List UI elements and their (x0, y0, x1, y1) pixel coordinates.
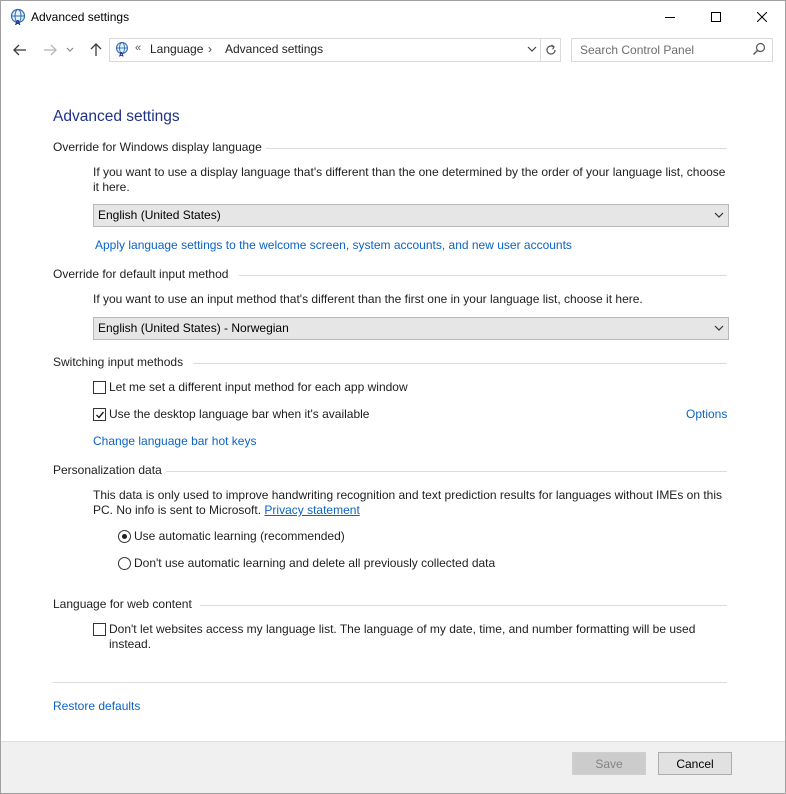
chevron-down-icon (714, 325, 724, 331)
apply-language-settings-link[interactable]: Apply language settings to the welcome s… (95, 238, 572, 252)
save-button[interactable]: Save (572, 752, 646, 775)
restore-defaults-link[interactable]: Restore defaults (53, 699, 140, 713)
group-divider (166, 471, 727, 472)
chevron-down-icon (527, 46, 537, 52)
maximize-icon (711, 11, 721, 22)
web-language-list-label-cont[interactable]: instead. (109, 637, 151, 652)
automatic-learning-radio[interactable] (118, 530, 131, 543)
display-language-description-cont: it here. (93, 180, 130, 194)
privacy-statement-link[interactable]: Privacy statement (264, 503, 359, 517)
navigation-bar: A « Language › Advanced settings (1, 32, 785, 68)
input-method-description: If you want to use an input method that'… (93, 292, 643, 306)
group-divider (266, 148, 727, 149)
switching-input-heading: Switching input methods (53, 355, 184, 369)
per-app-input-checkbox[interactable] (93, 381, 106, 394)
search-box[interactable] (571, 38, 773, 62)
input-method-select[interactable]: English (United States) - Norwegian (93, 317, 729, 340)
main-content: Advanced settings Override for Windows d… (1, 68, 785, 741)
display-language-select[interactable]: English (United States) (93, 204, 729, 227)
close-icon (757, 11, 767, 22)
title-bar: A Advanced settings (1, 1, 785, 32)
search-icon[interactable] (752, 42, 766, 56)
search-input[interactable] (573, 40, 752, 60)
personalization-heading: Personalization data (53, 463, 162, 477)
no-automatic-learning-label[interactable]: Don't use automatic learning and delete … (134, 556, 495, 570)
checkmark-icon (96, 411, 105, 419)
change-hot-keys-link[interactable]: Change language bar hot keys (93, 434, 256, 448)
close-button[interactable] (739, 1, 785, 32)
language-bar-options-link[interactable]: Options (686, 407, 727, 421)
group-divider (239, 275, 727, 276)
address-bar[interactable]: A « Language › Advanced settings (109, 38, 561, 62)
web-content-heading: Language for web content (53, 597, 192, 611)
up-button[interactable] (87, 41, 105, 59)
breadcrumb-separator[interactable]: › (208, 42, 212, 56)
content-divider (53, 682, 727, 683)
chevron-down-icon (66, 47, 74, 52)
svg-text:A: A (15, 19, 21, 26)
hidden-crumbs-chevron[interactable]: « (135, 42, 141, 54)
arrow-right-icon (44, 44, 57, 56)
automatic-learning-label[interactable]: Use automatic learning (recommended) (134, 529, 345, 543)
minimize-button[interactable] (647, 1, 693, 32)
back-button[interactable] (11, 41, 29, 59)
input-method-heading: Override for default input method (53, 267, 229, 281)
cancel-button[interactable]: Cancel (658, 752, 732, 775)
group-divider (193, 363, 727, 364)
language-bar-label[interactable]: Use the desktop language bar when it's a… (109, 407, 369, 421)
web-language-list-label[interactable]: Don't let websites access my language li… (109, 622, 695, 637)
personalization-description: This data is only used to improve handwr… (93, 488, 723, 502)
footer-bar: Save Cancel (1, 741, 785, 793)
page-title: Advanced settings (53, 108, 180, 125)
display-language-heading: Override for Windows display language (53, 140, 262, 154)
arrow-up-icon (90, 43, 102, 56)
personalization-description-text: PC. No info is sent to Microsoft. (93, 503, 262, 517)
breadcrumb-advanced-settings[interactable]: Advanced settings (225, 42, 323, 56)
refresh-icon (546, 44, 556, 55)
display-language-description: If you want to use a display language th… (93, 165, 726, 179)
breadcrumb-language[interactable]: Language (150, 42, 203, 56)
language-bar-checkbox[interactable] (93, 408, 106, 421)
window-title: Advanced settings (31, 10, 130, 24)
personalization-description-cont: PC. No info is sent to Microsoft. Privac… (93, 503, 360, 518)
display-language-selected: English (United States) (98, 208, 221, 222)
address-dropdown-button[interactable] (524, 41, 540, 57)
advanced-settings-window: A Advanced settings A « Language › Advan… (0, 0, 786, 794)
no-automatic-learning-radio[interactable] (118, 557, 131, 570)
per-app-input-label[interactable]: Let me set a different input method for … (109, 380, 408, 394)
forward-button[interactable] (41, 41, 59, 59)
web-language-list-checkbox[interactable] (93, 623, 106, 636)
language-location-icon: A (115, 41, 129, 58)
maximize-button[interactable] (693, 1, 739, 32)
input-method-selected: English (United States) - Norwegian (98, 321, 289, 335)
arrow-left-icon (13, 44, 26, 56)
group-divider (200, 605, 727, 606)
language-app-icon: A (10, 8, 26, 26)
chevron-down-icon (714, 212, 724, 218)
minimize-icon (665, 16, 675, 18)
refresh-button[interactable] (540, 39, 561, 61)
radio-selected-dot (122, 534, 127, 539)
svg-text:A: A (119, 52, 124, 58)
recent-locations-button[interactable] (64, 41, 76, 59)
